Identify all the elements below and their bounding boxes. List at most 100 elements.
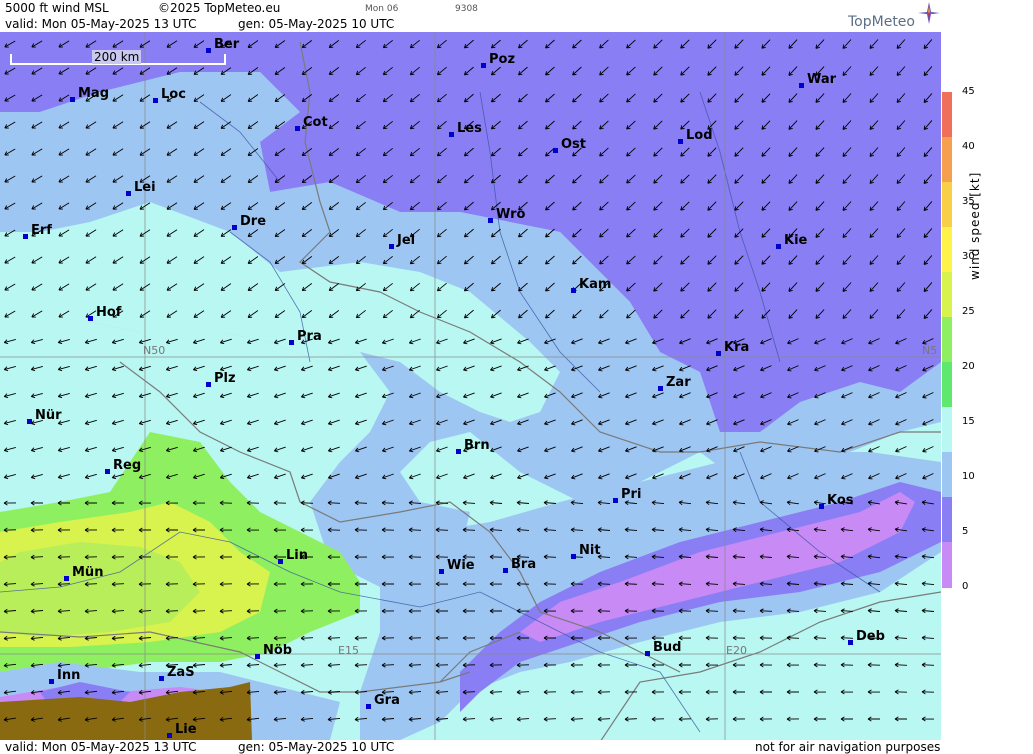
city-dot (126, 191, 131, 196)
wind-arrow (841, 392, 853, 399)
footer-note: not for air navigation purposes (755, 740, 941, 754)
city-marker[interactable]: Dre (232, 215, 266, 230)
legend-color-segment (942, 317, 952, 363)
city-marker[interactable]: Lie (167, 723, 197, 738)
wind-arrow (490, 419, 502, 426)
city-marker[interactable]: Lod (678, 129, 713, 144)
wind-field-layer (0, 32, 941, 740)
wind-arrow (679, 419, 691, 426)
legend-tick-label: 10 (962, 471, 975, 482)
city-dot (503, 568, 508, 573)
city-marker[interactable]: Reg (105, 459, 141, 474)
city-dot (848, 640, 853, 645)
wind-arrow (571, 365, 583, 372)
day-tab[interactable]: Mon 06 (365, 4, 398, 14)
grid-label-n50: N50 (143, 344, 166, 357)
city-label: Brn (464, 438, 490, 453)
city-marker[interactable]: Nür (27, 409, 62, 424)
city-marker[interactable]: Brn (456, 438, 490, 454)
city-label: Zar (666, 375, 691, 390)
city-marker[interactable]: Kie (776, 234, 807, 249)
city-marker[interactable]: Lei (126, 180, 156, 196)
city-marker[interactable]: War (799, 73, 836, 88)
city-marker[interactable]: Bud (645, 641, 681, 656)
city-marker[interactable]: Kam (571, 278, 611, 293)
city-label: Les (457, 121, 482, 136)
city-marker[interactable]: Kra (716, 341, 749, 356)
wind-arrow (490, 446, 502, 453)
wind-arrow (571, 419, 583, 426)
city-marker[interactable]: Cot (295, 116, 328, 131)
legend-tick-label: 45 (962, 86, 975, 97)
city-dot (23, 234, 28, 239)
wind-arrow (381, 500, 395, 506)
wind-arrow (463, 419, 475, 426)
city-marker[interactable]: Nit (571, 544, 601, 559)
legend-tick-label: 5 (962, 526, 969, 537)
legend-tick-label: 20 (962, 361, 975, 372)
wind-arrow (868, 419, 880, 426)
wind-arrow (598, 392, 610, 399)
legend-color-segment (942, 497, 952, 543)
city-marker[interactable]: Erf (23, 223, 52, 239)
city-marker[interactable]: Pri (613, 488, 641, 503)
city-marker[interactable]: Ost (553, 137, 587, 153)
city-dot (232, 225, 237, 230)
legend-color-segment (942, 542, 952, 588)
city-dot (658, 386, 663, 391)
city-label: Erf (31, 223, 52, 238)
wind-arrow (408, 500, 422, 506)
city-label: Inn (57, 668, 81, 683)
wind-arrow (354, 473, 367, 480)
wind-arrow (408, 392, 421, 399)
city-marker[interactable]: Hof (88, 305, 122, 321)
city-marker[interactable]: Poz (481, 53, 515, 68)
wind-arrow (922, 392, 934, 399)
wind-arrow (571, 473, 583, 480)
city-label: Ost (561, 137, 587, 152)
city-marker[interactable]: Nöb (255, 644, 292, 659)
city-marker[interactable]: Kos (819, 493, 854, 509)
legend-color-segment (942, 272, 952, 318)
wind-arrow (895, 419, 907, 426)
city-marker[interactable]: ZaS (159, 666, 195, 681)
wind-arrow (381, 365, 394, 372)
wind-arrow (652, 392, 664, 399)
city-marker[interactable]: Mag (70, 87, 109, 102)
city-marker[interactable]: Bra (503, 558, 536, 573)
city-marker[interactable]: Lin (278, 549, 308, 564)
city-marker[interactable]: Ber (206, 38, 239, 53)
wind-arrow (598, 419, 610, 426)
legend-tick-label: 40 (962, 141, 975, 152)
wind-arrow (706, 419, 718, 426)
city-marker[interactable]: Plz (206, 372, 236, 387)
wind-arrow (652, 419, 664, 426)
wind-speed-legend (942, 92, 952, 588)
city-label: Kos (827, 493, 854, 508)
legend-title: wind speed [kt] (968, 171, 982, 280)
city-dot (70, 97, 75, 102)
city-marker[interactable]: Loc (153, 88, 186, 103)
city-marker[interactable]: Wro (488, 208, 525, 223)
wind-arrow (571, 446, 583, 453)
city-label: Lei (134, 180, 156, 195)
wind-arrow (679, 392, 691, 399)
grid-label-n50-right: N5 (922, 344, 938, 357)
city-marker[interactable]: Mün (64, 566, 103, 581)
wind-arrow (841, 446, 853, 453)
city-marker[interactable]: Wie (439, 559, 475, 574)
city-marker[interactable]: Gra (366, 694, 400, 709)
wind-arrow (895, 392, 907, 399)
city-label: Hof (96, 305, 122, 320)
wind-arrow (544, 446, 556, 453)
wind-map[interactable]: 200 km N50 N5 E15 E20 Ber Poz War Mag Loc Cot… (0, 32, 941, 740)
city-marker[interactable]: Pra (289, 330, 322, 345)
city-marker[interactable]: Inn (49, 668, 81, 684)
city-dot (678, 139, 683, 144)
wind-arrow (327, 500, 341, 506)
city-marker[interactable]: Zar (658, 375, 691, 391)
city-marker[interactable]: Les (449, 121, 482, 137)
city-marker[interactable]: Jel (389, 234, 415, 249)
city-dot (613, 498, 618, 503)
city-marker[interactable]: Deb (848, 630, 885, 645)
